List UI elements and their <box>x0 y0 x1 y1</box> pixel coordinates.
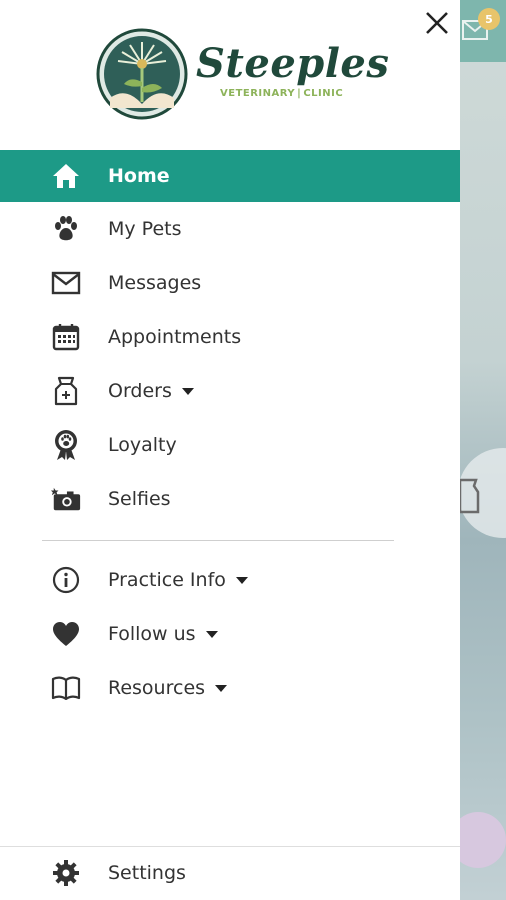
home-icon <box>50 160 82 192</box>
menu-item-selfies[interactable]: Selfies <box>0 472 460 526</box>
menu-item-label: Home <box>108 165 170 187</box>
menu-item-label: Selfies <box>108 488 171 510</box>
caret-down-icon <box>235 576 248 584</box>
caret-down-icon <box>205 630 218 638</box>
menu-item-messages[interactable]: Messages <box>0 256 460 310</box>
paw-icon <box>50 213 82 245</box>
menu-item-label: Loyalty <box>108 434 177 456</box>
menu-item-follow-us[interactable]: Follow us <box>0 607 460 661</box>
menu-item-settings[interactable]: Settings <box>0 846 460 900</box>
menu-item-label: Practice Info <box>108 569 248 591</box>
logo-subtitle-right: CLINIC <box>303 88 344 99</box>
logo-wordmark: Steeples <box>196 40 390 87</box>
caret-down-icon <box>181 387 194 395</box>
menu-item-label: My Pets <box>108 218 182 240</box>
primary-menu: Home My Pets Messages Appointments Order <box>0 150 460 526</box>
food-bag-icon <box>460 476 480 518</box>
close-button[interactable] <box>420 8 454 42</box>
menu-item-text: Orders <box>108 380 172 402</box>
background-fab[interactable] <box>460 812 506 868</box>
menu-item-label: Messages <box>108 272 202 294</box>
info-icon <box>50 564 82 596</box>
background-header: 5 <box>460 0 506 62</box>
food-bag-icon <box>50 375 82 407</box>
calendar-icon <box>50 321 82 353</box>
background-app: 5 <box>460 0 506 900</box>
menu-item-label: Follow us <box>108 623 218 645</box>
menu-item-my-pets[interactable]: My Pets <box>0 202 460 256</box>
logo-subtitle: VETERINARY | CLINIC <box>220 88 344 99</box>
secondary-menu: Practice Info Follow us Resources <box>0 553 460 715</box>
notification-badge: 5 <box>478 8 500 30</box>
menu-item-loyalty[interactable]: Loyalty <box>0 418 460 472</box>
close-icon <box>425 11 449 39</box>
menu-divider <box>42 540 394 541</box>
menu-item-home[interactable]: Home <box>0 150 460 202</box>
menu-item-appointments[interactable]: Appointments <box>0 310 460 364</box>
heart-icon <box>50 618 82 650</box>
gear-icon <box>50 857 82 889</box>
award-ribbon-icon <box>50 429 82 461</box>
menu-item-label: Resources <box>108 677 228 699</box>
settings-section: Settings <box>0 846 460 900</box>
camera-icon <box>50 483 82 515</box>
menu-item-orders[interactable]: Orders <box>0 364 460 418</box>
menu-item-label: Settings <box>108 862 186 884</box>
menu-item-text: Practice Info <box>108 569 226 591</box>
menu-item-text: Follow us <box>108 623 196 645</box>
menu-item-label: Orders <box>108 380 194 402</box>
caret-down-icon <box>215 684 228 692</box>
logo-subtitle-left: VETERINARY <box>220 88 296 99</box>
envelope-icon <box>50 267 82 299</box>
menu-item-label: Appointments <box>108 326 242 348</box>
navigation-drawer: Steeples VETERINARY | CLINIC Home My Pets … <box>0 0 460 900</box>
menu-item-text: Resources <box>108 677 206 699</box>
clinic-logo: Steeples VETERINARY | CLINIC <box>96 28 389 122</box>
menu-item-resources[interactable]: Resources <box>0 661 460 715</box>
book-icon <box>50 672 82 704</box>
menu-item-practice-info[interactable]: Practice Info <box>0 553 460 607</box>
